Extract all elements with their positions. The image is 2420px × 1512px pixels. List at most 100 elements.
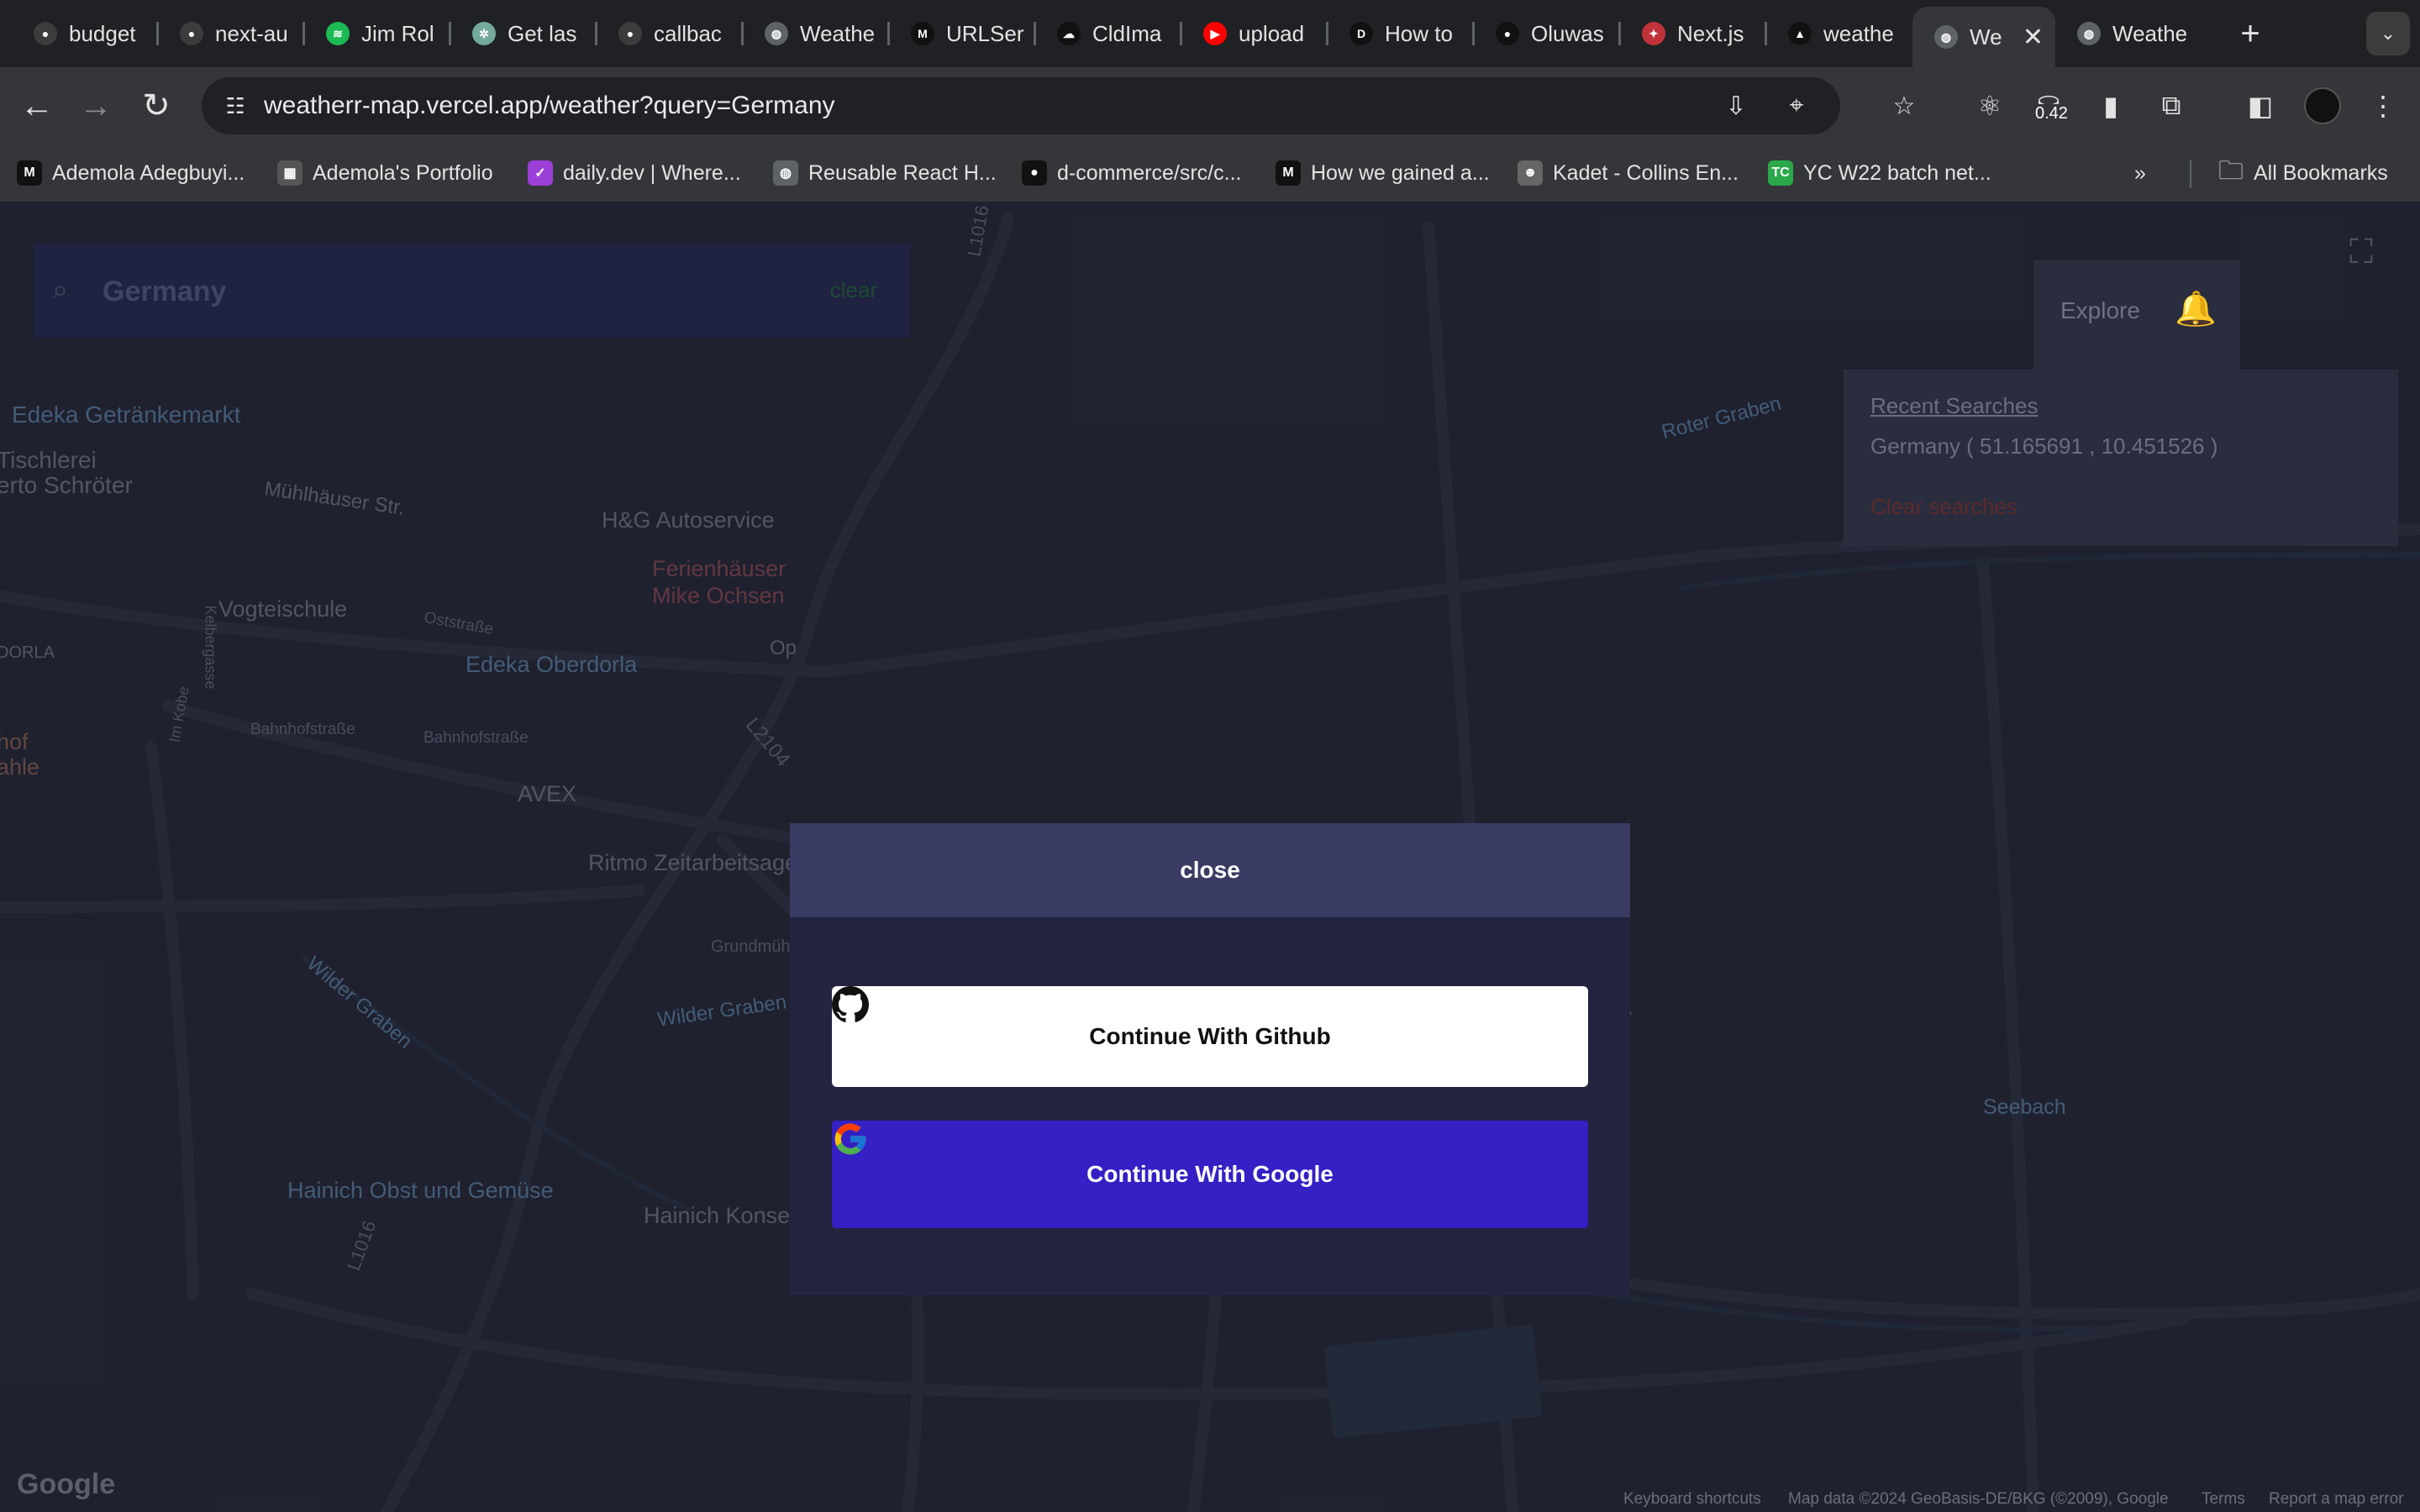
all-bookmarks-folder[interactable]: 🗀 All Bookmarks: [2218, 156, 2388, 190]
github-button-label: Continue With Github: [1089, 1023, 1331, 1049]
tab-title: We: [1970, 24, 2002, 50]
search-panel: ⌕ clear: [34, 244, 911, 338]
install-app-icon[interactable]: ⇩: [1718, 87, 1754, 124]
bookmark-favicon-icon: ▦: [277, 160, 302, 186]
bookmark-favicon-icon: ✓: [528, 160, 553, 186]
bookmark-favicon-icon: ●: [1022, 160, 1047, 186]
report-map-error-link[interactable]: Report a map error: [2269, 1490, 2404, 1509]
bookmark-item[interactable]: M Ademola Adegbuyi...: [17, 156, 245, 190]
tab-favicon-icon: ◍: [765, 22, 788, 45]
tab-favicon-icon: ●: [180, 22, 203, 45]
browser-tab[interactable]: ◍ We ✕: [1912, 7, 2055, 67]
browser-tab[interactable]: D How to: [1328, 7, 1474, 60]
bookmark-item[interactable]: ☻ Kadet - Collins En...: [1518, 156, 1739, 190]
site-info-icon[interactable]: ☷: [217, 87, 254, 124]
tab-title: Get las: [508, 20, 577, 46]
url-text[interactable]: weatherr-map.vercel.app/weather?query=Ge…: [264, 77, 835, 134]
tab-strip: ● budget ● next-au ≋ Jim Rol ✲ Get las ● callbac ◍…: [0, 0, 2420, 67]
search-icon: ⌕: [52, 274, 69, 306]
browser-tab[interactable]: M URLSer: [889, 7, 1035, 60]
tab-search-button[interactable]: ⌄: [2366, 12, 2410, 55]
map-data-attribution: Map data ©2024 GeoBasis-DE/BKG (©2009), …: [1788, 1490, 2169, 1508]
google-logo: Google: [17, 1468, 116, 1500]
fullscreen-icon[interactable]: ⛶: [2336, 227, 2386, 277]
bookmark-favicon-icon: M: [1276, 160, 1301, 186]
profile-avatar[interactable]: [2299, 82, 2346, 129]
clear-search-button[interactable]: clear: [830, 277, 877, 303]
browser-tab[interactable]: ▶ upload: [1181, 7, 1328, 60]
tab-title: URLSer: [946, 20, 1024, 46]
keyboard-shortcuts-link[interactable]: Keyboard shortcuts: [1623, 1490, 1761, 1509]
bookmark-title: How we gained a...: [1311, 160, 1490, 185]
tab-title: Oluwas: [1531, 20, 1604, 46]
back-button[interactable]: ←: [13, 82, 60, 129]
browser-tab[interactable]: ◍ Weathe: [2055, 7, 2203, 60]
continue-with-google-button[interactable]: Continue With Google: [832, 1121, 1588, 1228]
tab-favicon-icon: ▶: [1203, 22, 1227, 45]
menu-kebab-icon[interactable]: ⋮: [2360, 82, 2407, 129]
bookmark-item[interactable]: ▦ Ademola's Portfolio: [277, 156, 493, 190]
reload-button[interactable]: ↻: [133, 82, 180, 129]
search-input[interactable]: [101, 264, 760, 319]
browser-tab[interactable]: ✲ Get las: [450, 7, 597, 60]
address-bar[interactable]: ☷ weatherr-map.vercel.app/weather?query=…: [202, 77, 1840, 134]
clear-searches-button[interactable]: Clear searches: [1870, 494, 2018, 520]
tab-favicon-icon: ●: [1496, 22, 1519, 45]
auth-modal: close Continue With Github Continue With…: [790, 823, 1630, 1295]
browser-tab[interactable]: ▲ weathe: [1766, 7, 1912, 60]
bookmark-favicon-icon: ☻: [1518, 160, 1543, 186]
bookmarks-overflow-icon[interactable]: »: [2134, 156, 2146, 190]
tab-title: Weathe: [2112, 20, 2188, 46]
bookmark-title: Kadet - Collins En...: [1553, 160, 1739, 185]
recent-search-item[interactable]: Germany ( 51.165691 , 10.451526 ): [1870, 433, 2217, 459]
bookmark-item[interactable]: ● d-commerce/src/c...: [1022, 156, 1241, 190]
tab-title: weathe: [1823, 20, 1894, 46]
bookmark-item[interactable]: ✓ daily.dev | Where...: [528, 156, 741, 190]
react-devtools-icon[interactable]: ⚛: [1966, 82, 2013, 129]
browser-tab[interactable]: ● next-au: [158, 7, 304, 60]
browser-tab[interactable]: ✦ Next.js: [1620, 7, 1766, 60]
tab-favicon-icon: D: [1349, 22, 1373, 45]
browser-tab[interactable]: ◍ Weathe: [743, 7, 889, 60]
bookmark-favicon-icon: M: [17, 160, 42, 186]
browser-tab[interactable]: ● Oluwas: [1474, 7, 1620, 60]
location-icon[interactable]: ⌖: [1778, 87, 1815, 124]
browser-tab[interactable]: ☁ CldIma: [1035, 7, 1181, 60]
bell-icon[interactable]: 🔔: [2175, 289, 2225, 339]
terms-link[interactable]: Terms: [2202, 1490, 2245, 1509]
tab-favicon-icon: M: [911, 22, 934, 45]
map-canvas[interactable]: Edeka GetränkemarktTischlereierto Schröt…: [0, 202, 2420, 1512]
google-button-label: Continue With Google: [1086, 1161, 1334, 1187]
browser-tab[interactable]: ● callbac: [597, 7, 743, 60]
google-icon: [834, 1123, 866, 1155]
bookmark-item[interactable]: ◍ Reusable React H...: [773, 156, 997, 190]
tab-favicon-icon: ▲: [1788, 22, 1812, 45]
tab-title: CldIma: [1092, 20, 1162, 46]
continue-with-github-button[interactable]: Continue With Github: [832, 986, 1588, 1087]
extension-badge: 0.42: [2032, 104, 2071, 123]
browser-tab[interactable]: ≋ Jim Rol: [304, 7, 450, 60]
tab-title: next-au: [215, 20, 288, 46]
forward-button[interactable]: →: [72, 82, 119, 129]
tab-favicon-icon: ◍: [2077, 22, 2101, 45]
close-tab-icon[interactable]: ✕: [2023, 23, 2044, 52]
new-tab-button[interactable]: +: [2230, 13, 2270, 54]
all-bookmarks-label: All Bookmarks: [2254, 160, 2388, 185]
bookmark-title: daily.dev | Where...: [563, 160, 741, 185]
recent-searches-panel: Recent Searches Germany ( 51.165691 , 10…: [1844, 370, 2398, 546]
bookmark-favicon-icon: ◍: [773, 160, 798, 186]
tab-title: upload: [1239, 20, 1305, 46]
side-panel-icon[interactable]: ◧: [2237, 82, 2284, 129]
bookmark-item[interactable]: TC YC W22 batch net...: [1768, 156, 1991, 190]
browser-tab[interactable]: ● budget: [12, 7, 158, 60]
tab-title: Jim Rol: [361, 20, 434, 46]
close-modal-button[interactable]: close: [790, 823, 1630, 917]
bookmark-favicon-icon: TC: [1768, 160, 1793, 186]
explore-button[interactable]: Explore: [2060, 297, 2140, 324]
tab-favicon-icon: ✲: [472, 22, 496, 45]
bookmark-item[interactable]: M How we gained a...: [1276, 156, 1490, 190]
extension-docs-icon[interactable]: ▮: [2087, 82, 2134, 129]
extensions-puzzle-icon[interactable]: ⧉: [2148, 82, 2195, 129]
bookmark-star-icon[interactable]: ☆: [1886, 87, 1923, 124]
tab-title: How to: [1385, 20, 1453, 46]
